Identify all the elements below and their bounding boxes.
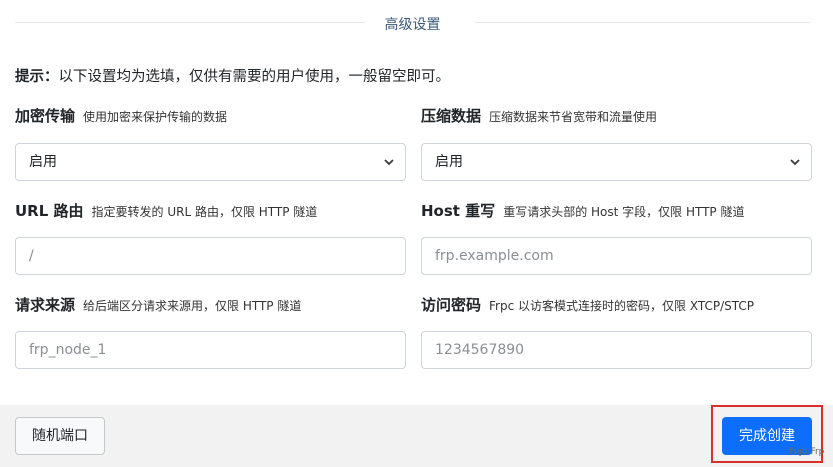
request-source-label: 请求来源 给后端区分请求来源用，仅限 HTTP 隧道 bbox=[15, 294, 301, 315]
access-password-label-text: 访问密码 bbox=[421, 296, 482, 314]
compression-value: 启用 bbox=[435, 154, 463, 170]
url-route-desc: 指定要转发的 URL 路由，仅限 HTTP 隧道 bbox=[91, 205, 318, 219]
section-title: 高级设置 bbox=[384, 17, 441, 33]
url-route-label: URL 路由 指定要转发的 URL 路由，仅限 HTTP 隧道 bbox=[15, 200, 317, 221]
compression-label-text: 压缩数据 bbox=[421, 107, 482, 125]
access-password-label: 访问密码 Frpc 以访客模式连接时的密码，仅限 XTCP/STCP bbox=[421, 294, 754, 315]
compression-select[interactable]: 启用 bbox=[421, 143, 812, 181]
url-route-field[interactable] bbox=[15, 237, 406, 275]
host-rewrite-field[interactable] bbox=[421, 237, 812, 275]
hint-body: 以下设置均为选填，仅供有需要的用户使用，一般留空即可。 bbox=[58, 69, 451, 85]
encryption-value: 启用 bbox=[29, 154, 57, 170]
url-route-input[interactable] bbox=[29, 238, 392, 274]
access-password-desc: Frpc 以访客模式连接时的密码，仅限 XTCP/STCP bbox=[489, 299, 754, 313]
modal-footer bbox=[0, 405, 833, 467]
encryption-select[interactable]: 启用 bbox=[15, 143, 406, 181]
divider-line-right bbox=[475, 22, 810, 23]
url-route-label-text: URL 路由 bbox=[15, 202, 84, 220]
encryption-label: 加密传输 使用加密来保护传输的数据 bbox=[15, 105, 227, 126]
section-divider: 高级设置 bbox=[15, 14, 810, 34]
access-password-input[interactable] bbox=[435, 332, 798, 368]
chevron-down-icon bbox=[383, 144, 395, 180]
chevron-down-icon bbox=[789, 144, 801, 180]
request-source-desc: 给后端区分请求来源用，仅限 HTTP 隧道 bbox=[83, 299, 302, 313]
encryption-desc: 使用加密来保护传输的数据 bbox=[83, 110, 228, 124]
random-port-button[interactable]: 随机端口 bbox=[15, 417, 105, 455]
request-source-field[interactable] bbox=[15, 331, 406, 369]
request-source-label-text: 请求来源 bbox=[15, 296, 76, 314]
request-source-input[interactable] bbox=[29, 332, 392, 368]
compression-desc: 压缩数据来节省宽带和流量使用 bbox=[489, 110, 658, 124]
host-rewrite-label-text: Host 重写 bbox=[421, 202, 496, 220]
compression-label: 压缩数据 压缩数据来节省宽带和流量使用 bbox=[421, 105, 657, 126]
encryption-label-text: 加密传输 bbox=[15, 107, 76, 125]
host-rewrite-desc: 重写请求头部的 Host 字段，仅限 HTTP 隧道 bbox=[503, 205, 745, 219]
hint-prefix: 提示： bbox=[15, 69, 59, 85]
host-rewrite-input[interactable] bbox=[435, 238, 798, 274]
watermark: Fuju Frp bbox=[789, 447, 825, 457]
host-rewrite-label: Host 重写 重写请求头部的 Host 字段，仅限 HTTP 隧道 bbox=[421, 200, 744, 221]
hint-text: 提示：以下设置均为选填，仅供有需要的用户使用，一般留空即可。 bbox=[15, 65, 450, 86]
access-password-field[interactable] bbox=[421, 331, 812, 369]
